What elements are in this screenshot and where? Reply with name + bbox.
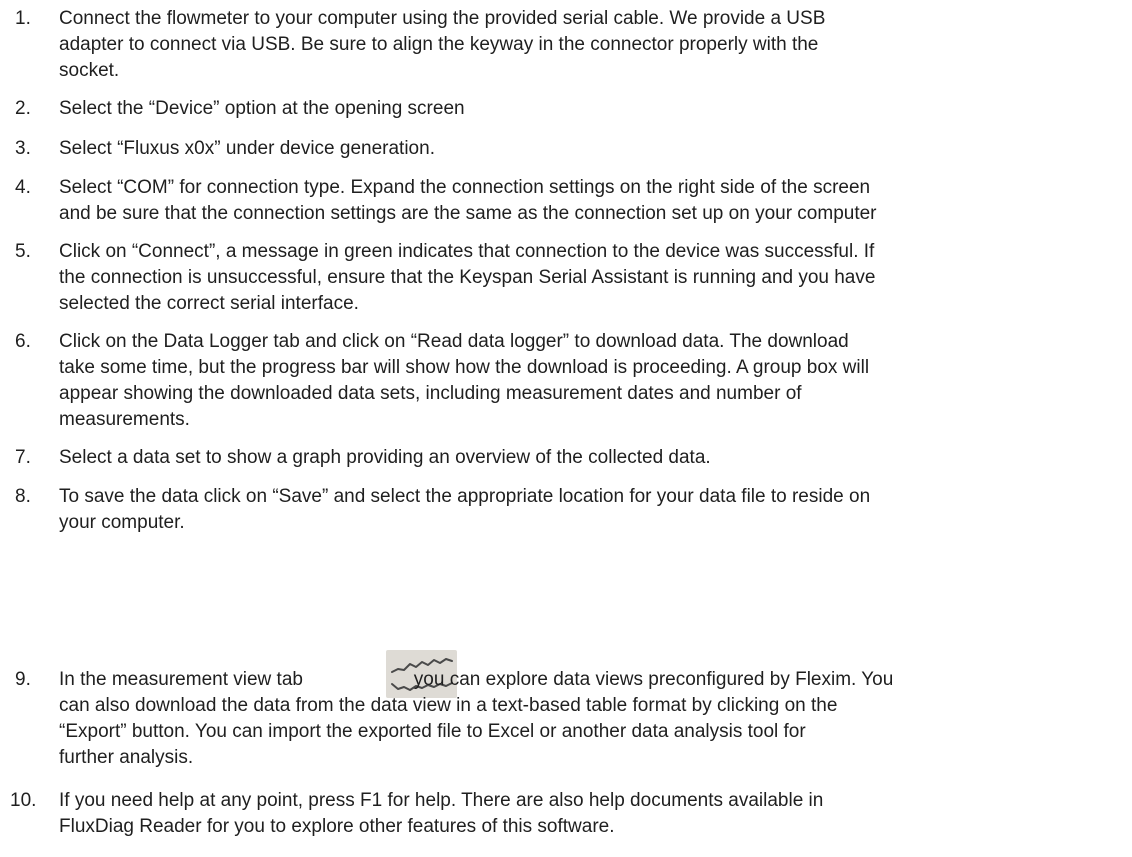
step-number: 4. — [15, 177, 31, 198]
step-number: 8. — [15, 486, 31, 507]
step-text: take some time, but the progress bar wil… — [59, 357, 870, 378]
step-text: If you need help at any point, press F1 … — [59, 790, 824, 811]
step-text: In the measurement view tab you can expl… — [59, 669, 894, 690]
step-text: further analysis. — [59, 747, 194, 768]
step-text: “Export” button. You can import the expo… — [59, 721, 806, 742]
step-number: 2. — [15, 98, 31, 119]
step-number: 6. — [15, 331, 31, 352]
step-text: and be sure that the connection settings… — [59, 203, 877, 224]
step-text: To save the data click on “Save” and sel… — [59, 486, 871, 507]
step-text: FluxDiag Reader for you to explore other… — [59, 816, 615, 837]
step-text: adapter to connect via USB. Be sure to a… — [59, 34, 819, 55]
step-text: Connect the flowmeter to your computer u… — [59, 8, 826, 29]
step-text: measurements. — [59, 409, 190, 430]
step-text: Select a data set to show a graph provid… — [59, 447, 711, 468]
step-text: Click on the Data Logger tab and click o… — [59, 331, 849, 352]
step-text: Select “COM” for connection type. Expand… — [59, 177, 871, 198]
step-number: 3. — [15, 138, 31, 159]
step-number: 1. — [15, 8, 31, 29]
step-text: Select “Fluxus x0x” under device generat… — [59, 138, 435, 159]
step-text: can also download the data from the data… — [59, 695, 838, 716]
step-text: appear showing the downloaded data sets,… — [59, 383, 802, 404]
step-number: 5. — [15, 241, 31, 262]
step-text: Select the “Device” option at the openin… — [59, 98, 465, 119]
step-number: 10. — [10, 790, 37, 811]
step-text: Click on “Connect”, a message in green i… — [59, 241, 875, 262]
instruction-document: 1. Connect the flowmeter to your compute… — [0, 0, 1132, 857]
step-text: selected the correct serial interface. — [59, 293, 359, 314]
step-number: 7. — [15, 447, 31, 468]
step-text: socket. — [59, 60, 120, 81]
step-number: 9. — [15, 669, 31, 690]
step-text: your computer. — [59, 512, 185, 533]
step-text: the connection is unsuccessful, ensure t… — [59, 267, 876, 288]
